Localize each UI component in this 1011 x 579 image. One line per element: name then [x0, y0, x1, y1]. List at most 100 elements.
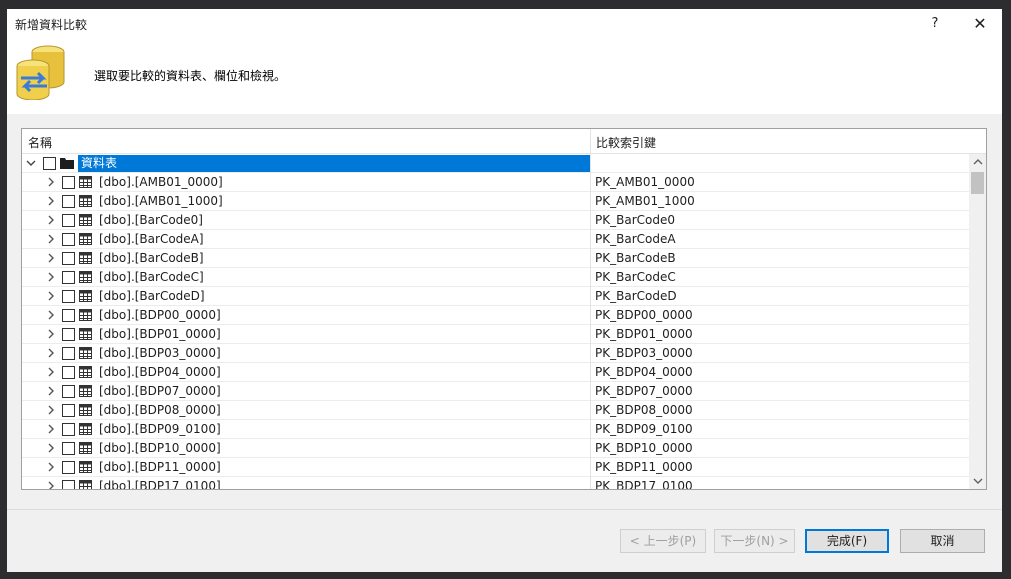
chevron-right-icon[interactable] [44, 307, 58, 323]
table-row[interactable]: [dbo].[BDP01_0000] PK_BDP01_0000 [22, 325, 969, 344]
comparison-key: PK_BarCodeB [595, 251, 676, 265]
chevron-right-icon[interactable] [44, 212, 58, 228]
row-checkbox[interactable] [62, 461, 75, 474]
close-button[interactable]: ✕ [967, 14, 993, 34]
row-checkbox[interactable] [62, 328, 75, 341]
next-button[interactable]: 下一步(N) > [714, 529, 795, 553]
row-checkbox[interactable] [62, 385, 75, 398]
chevron-right-icon[interactable] [44, 383, 58, 399]
table-row[interactable]: [dbo].[BDP10_0000] PK_BDP10_0000 [22, 439, 969, 458]
cell-divider [590, 173, 591, 192]
chevron-right-icon[interactable] [44, 459, 58, 475]
root-checkbox[interactable] [43, 157, 56, 170]
table-name: [dbo].[BDP04_0000] [99, 365, 221, 379]
table-row[interactable]: [dbo].[BDP00_0000] PK_BDP00_0000 [22, 306, 969, 325]
table-row[interactable]: [dbo].[BDP17_0100] PK_BDP17_0100 [22, 477, 969, 490]
cell-divider [590, 325, 591, 344]
table-row[interactable]: [dbo].[BarCodeD] PK_BarCodeD [22, 287, 969, 306]
row-checkbox[interactable] [62, 271, 75, 284]
cell-divider [590, 249, 591, 268]
table-row[interactable]: [dbo].[BarCode0] PK_BarCode0 [22, 211, 969, 230]
back-button[interactable]: < 上一步(P) [620, 529, 706, 553]
table-name: [dbo].[BarCodeC] [99, 270, 204, 284]
table-name: [dbo].[BDP11_0000] [99, 460, 221, 474]
scroll-down-icon[interactable] [969, 473, 986, 489]
column-divider[interactable] [590, 129, 591, 153]
row-checkbox[interactable] [62, 442, 75, 455]
chevron-right-icon[interactable] [44, 231, 58, 247]
table-row[interactable]: [dbo].[AMB01_0000] PK_AMB01_0000 [22, 173, 969, 192]
scroll-thumb[interactable] [971, 172, 984, 194]
row-checkbox[interactable] [62, 233, 75, 246]
chevron-right-icon[interactable] [44, 478, 58, 489]
row-checkbox[interactable] [62, 252, 75, 265]
comparison-key: PK_BDP01_0000 [595, 327, 693, 341]
cancel-button[interactable]: 取消 [900, 529, 985, 553]
row-checkbox[interactable] [62, 480, 75, 489]
chevron-right-icon[interactable] [44, 269, 58, 285]
chevron-right-icon[interactable] [44, 364, 58, 380]
chevron-right-icon[interactable] [44, 174, 58, 190]
row-checkbox[interactable] [62, 404, 75, 417]
comparison-key: PK_BarCode0 [595, 213, 675, 227]
scroll-up-icon[interactable] [969, 154, 986, 171]
table-name: [dbo].[BDP08_0000] [99, 403, 221, 417]
table-row[interactable]: [dbo].[BarCodeA] PK_BarCodeA [22, 230, 969, 249]
chevron-right-icon[interactable] [44, 345, 58, 361]
table-name: [dbo].[BarCodeB] [99, 251, 204, 265]
row-checkbox[interactable] [62, 176, 75, 189]
table-icon [79, 233, 92, 245]
table-row[interactable]: [dbo].[BDP11_0000] PK_BDP11_0000 [22, 458, 969, 477]
row-checkbox[interactable] [62, 347, 75, 360]
comparison-key: PK_BDP00_0000 [595, 308, 693, 322]
column-header-key[interactable]: 比較索引鍵 [596, 134, 656, 151]
row-checkbox[interactable] [62, 214, 75, 227]
cell-divider [590, 363, 591, 382]
comparison-key: PK_BDP07_0000 [595, 384, 693, 398]
table-icon [79, 480, 92, 489]
row-checkbox[interactable] [62, 290, 75, 303]
wizard-header: 選取要比較的資料表、欄位和檢視。 [7, 38, 1002, 114]
table-row[interactable]: [dbo].[BarCodeB] PK_BarCodeB [22, 249, 969, 268]
table-row[interactable]: [dbo].[BarCodeC] PK_BarCodeC [22, 268, 969, 287]
table-selection-grid[interactable]: 名稱 比較索引鍵 資料表 [dbo].[AMB01_0000] PK_AMB01_… [21, 128, 987, 490]
comparison-key: PK_BDP11_0000 [595, 460, 693, 474]
cell-divider [590, 154, 591, 173]
row-checkbox[interactable] [62, 309, 75, 322]
cell-divider [590, 268, 591, 287]
finish-button[interactable]: 完成(F) [805, 529, 889, 553]
chevron-right-icon[interactable] [44, 326, 58, 342]
comparison-key: PK_AMB01_1000 [595, 194, 695, 208]
chevron-down-icon[interactable] [24, 155, 38, 171]
chevron-right-icon[interactable] [44, 193, 58, 209]
table-icon [79, 271, 92, 283]
table-row[interactable]: [dbo].[BDP08_0000] PK_BDP08_0000 [22, 401, 969, 420]
cell-divider [590, 477, 591, 489]
table-name: [dbo].[AMB01_1000] [99, 194, 223, 208]
chevron-right-icon[interactable] [44, 288, 58, 304]
vertical-scrollbar[interactable] [969, 154, 986, 489]
tree-root-row[interactable]: 資料表 [22, 154, 969, 173]
table-name: [dbo].[BDP01_0000] [99, 327, 221, 341]
table-row[interactable]: [dbo].[AMB01_1000] PK_AMB01_1000 [22, 192, 969, 211]
help-button[interactable]: ? [923, 14, 947, 34]
table-name: [dbo].[BDP17_0100] [99, 479, 221, 490]
table-row[interactable]: [dbo].[BDP09_0100] PK_BDP09_0100 [22, 420, 969, 439]
chevron-right-icon[interactable] [44, 440, 58, 456]
chevron-right-icon[interactable] [44, 402, 58, 418]
table-row[interactable]: [dbo].[BDP07_0000] PK_BDP07_0000 [22, 382, 969, 401]
row-checkbox[interactable] [62, 366, 75, 379]
table-row[interactable]: [dbo].[BDP04_0000] PK_BDP04_0000 [22, 363, 969, 382]
chevron-right-icon[interactable] [44, 421, 58, 437]
column-header-name[interactable]: 名稱 [28, 134, 52, 151]
table-name: [dbo].[BarCodeD] [99, 289, 205, 303]
table-name: [dbo].[BarCodeA] [99, 232, 204, 246]
table-icon [79, 404, 92, 416]
cell-divider [590, 211, 591, 230]
row-checkbox[interactable] [62, 423, 75, 436]
table-name: [dbo].[BarCode0] [99, 213, 203, 227]
chevron-right-icon[interactable] [44, 250, 58, 266]
table-row[interactable]: [dbo].[BDP03_0000] PK_BDP03_0000 [22, 344, 969, 363]
table-icon [79, 195, 92, 207]
row-checkbox[interactable] [62, 195, 75, 208]
